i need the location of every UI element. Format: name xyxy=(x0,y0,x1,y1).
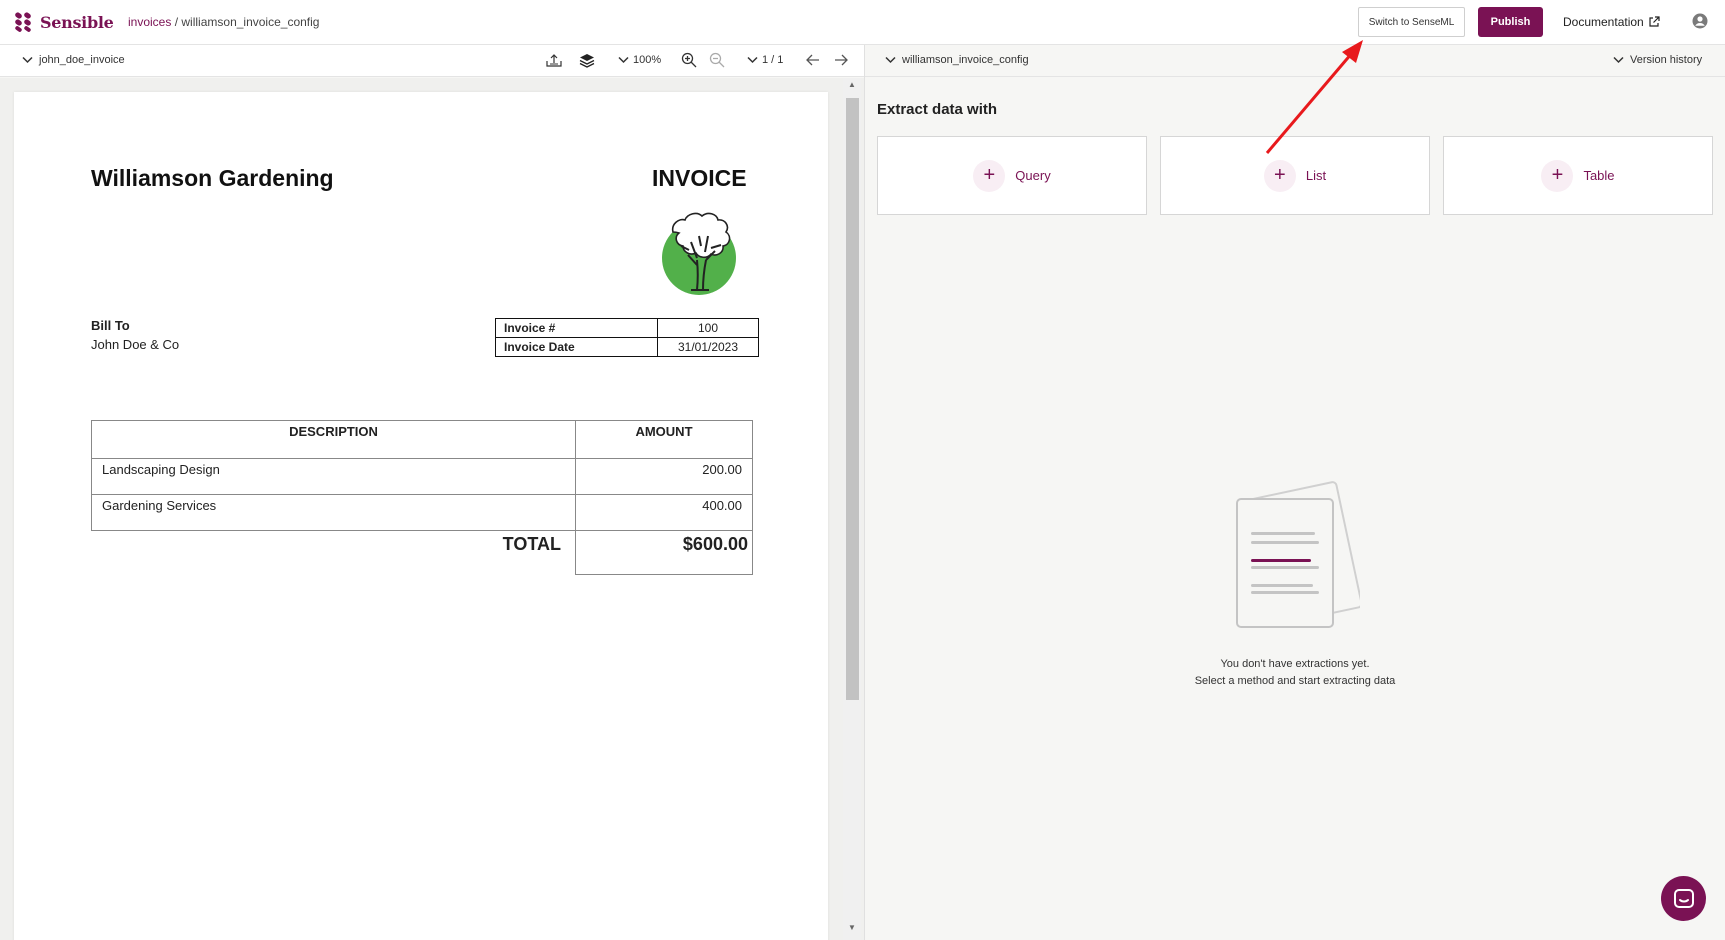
external-link-icon xyxy=(1649,16,1660,27)
breadcrumb-invoices-link[interactable]: invoices xyxy=(128,15,171,29)
config-selector[interactable]: williamson_invoice_config xyxy=(885,54,1029,66)
invoice-meta-table: Invoice # 100 Invoice Date 31/01/2023 xyxy=(495,318,759,357)
upload-icon xyxy=(546,54,562,67)
version-history-dropdown[interactable]: Version history xyxy=(1613,54,1702,66)
page-indicator: 1 / 1 xyxy=(762,54,784,66)
invoice-number-label: Invoice # xyxy=(495,318,658,338)
invoice-title: INVOICE xyxy=(652,165,747,191)
breadcrumb-current: williamson_invoice_config xyxy=(181,15,320,29)
viewer-scrollbar[interactable]: ▲ ▼ xyxy=(843,78,861,940)
total-label: TOTAL xyxy=(91,530,576,575)
zoom-in-icon xyxy=(681,52,697,68)
empty-state-message: You don't have extractions yet. Select a… xyxy=(1140,656,1450,690)
zoom-in-button[interactable] xyxy=(681,52,697,68)
chat-support-button[interactable] xyxy=(1661,876,1706,921)
chat-icon xyxy=(1673,888,1694,908)
arrow-right-icon xyxy=(835,54,848,66)
chevron-down-icon xyxy=(1613,56,1624,64)
scrollbar-thumb[interactable] xyxy=(846,98,859,700)
documentation-link[interactable]: Documentation xyxy=(1563,15,1660,29)
invoice-number-value: 100 xyxy=(657,318,759,338)
invoice-page: Williamson Gardening INVOICE Bill To Joh… xyxy=(14,92,828,940)
plus-icon: + xyxy=(1263,159,1296,192)
empty-state-document-icon xyxy=(1236,481,1360,628)
add-query-card[interactable]: + Query xyxy=(877,136,1147,215)
empty-state-line-1: You don't have extractions yet. xyxy=(1220,658,1370,670)
document-selector[interactable]: john_doe_invoice xyxy=(22,54,125,66)
document-viewer[interactable]: Williamson Gardening INVOICE Bill To Joh… xyxy=(0,78,864,940)
plus-icon: + xyxy=(1541,159,1574,192)
chevron-down-icon xyxy=(22,56,33,64)
previous-page-button[interactable] xyxy=(806,54,820,66)
item-description: Gardening Services xyxy=(91,494,576,531)
document-name: john_doe_invoice xyxy=(39,54,125,66)
invoice-date-value: 31/01/2023 xyxy=(657,337,759,357)
layers-button[interactable] xyxy=(579,53,595,68)
invoice-date-label: Invoice Date xyxy=(495,337,658,357)
config-toolbar: williamson_invoice_config Version histor… xyxy=(865,45,1725,77)
logo-text: Sensible xyxy=(40,12,114,32)
add-table-card[interactable]: + Table xyxy=(1443,136,1713,215)
table-row: Gardening Services 400.00 xyxy=(91,494,753,531)
zoom-out-button[interactable] xyxy=(709,52,725,68)
chevron-down-icon xyxy=(618,56,629,64)
table-header-row: DESCRIPTION AMOUNT xyxy=(91,420,753,459)
column-header-description: DESCRIPTION xyxy=(91,420,576,459)
layers-icon xyxy=(579,54,595,68)
extract-data-title: Extract data with xyxy=(877,101,998,118)
table-method-label: Table xyxy=(1583,168,1615,183)
invoice-items-table: DESCRIPTION AMOUNT Landscaping Design 20… xyxy=(91,420,753,575)
plus-icon: + xyxy=(973,159,1006,192)
page-select[interactable]: 1 / 1 xyxy=(747,54,783,66)
tree-logo-icon xyxy=(662,212,736,295)
item-amount: 400.00 xyxy=(575,494,753,531)
total-value: $600.00 xyxy=(575,530,753,575)
item-description: Landscaping Design xyxy=(91,458,576,495)
zoom-out-icon xyxy=(709,52,725,68)
breadcrumb-separator: / xyxy=(174,15,179,29)
invoice-company-name: Williamson Gardening xyxy=(91,165,334,191)
bill-to-value: John Doe & Co xyxy=(91,337,180,352)
user-account-icon[interactable] xyxy=(1692,13,1708,29)
zoom-select[interactable]: 100% xyxy=(618,54,661,66)
scroll-up-icon[interactable]: ▲ xyxy=(848,80,856,89)
column-header-amount: AMOUNT xyxy=(575,420,753,459)
sensible-logo[interactable]: Sensible xyxy=(14,12,114,32)
panel-divider[interactable] xyxy=(864,45,865,940)
empty-state-line-2: Select a method and start extracting dat… xyxy=(1194,675,1396,687)
config-name: williamson_invoice_config xyxy=(902,54,1029,66)
chevron-down-icon xyxy=(747,56,758,64)
scroll-down-icon[interactable]: ▼ xyxy=(848,923,856,932)
add-list-card[interactable]: + List xyxy=(1160,136,1430,215)
table-total-row: TOTAL $600.00 xyxy=(91,530,753,575)
sensible-logo-icon xyxy=(15,12,31,32)
arrow-left-icon xyxy=(806,54,819,66)
bill-to-label: Bill To xyxy=(91,318,130,333)
item-amount: 200.00 xyxy=(575,458,753,495)
upload-document-button[interactable] xyxy=(546,53,562,67)
table-row: Invoice Date 31/01/2023 xyxy=(495,337,759,357)
next-page-button[interactable] xyxy=(834,54,848,66)
zoom-level: 100% xyxy=(633,54,662,66)
table-row: Invoice # 100 xyxy=(495,318,759,338)
document-toolbar: john_doe_invoice 100% 1 / 1 xyxy=(0,45,864,77)
documentation-label: Documentation xyxy=(1563,15,1644,29)
breadcrumb: invoices / williamson_invoice_config xyxy=(128,15,319,29)
query-method-label: Query xyxy=(1015,168,1051,183)
chevron-down-icon xyxy=(885,56,896,64)
version-history-label: Version history xyxy=(1630,54,1703,66)
list-method-label: List xyxy=(1305,168,1327,183)
switch-to-senseml-button[interactable]: Switch to SenseML xyxy=(1358,7,1465,37)
top-bar: Sensible invoices / williamson_invoice_c… xyxy=(0,0,1725,45)
table-row: Landscaping Design 200.00 xyxy=(91,458,753,495)
publish-button[interactable]: Publish xyxy=(1478,7,1543,37)
